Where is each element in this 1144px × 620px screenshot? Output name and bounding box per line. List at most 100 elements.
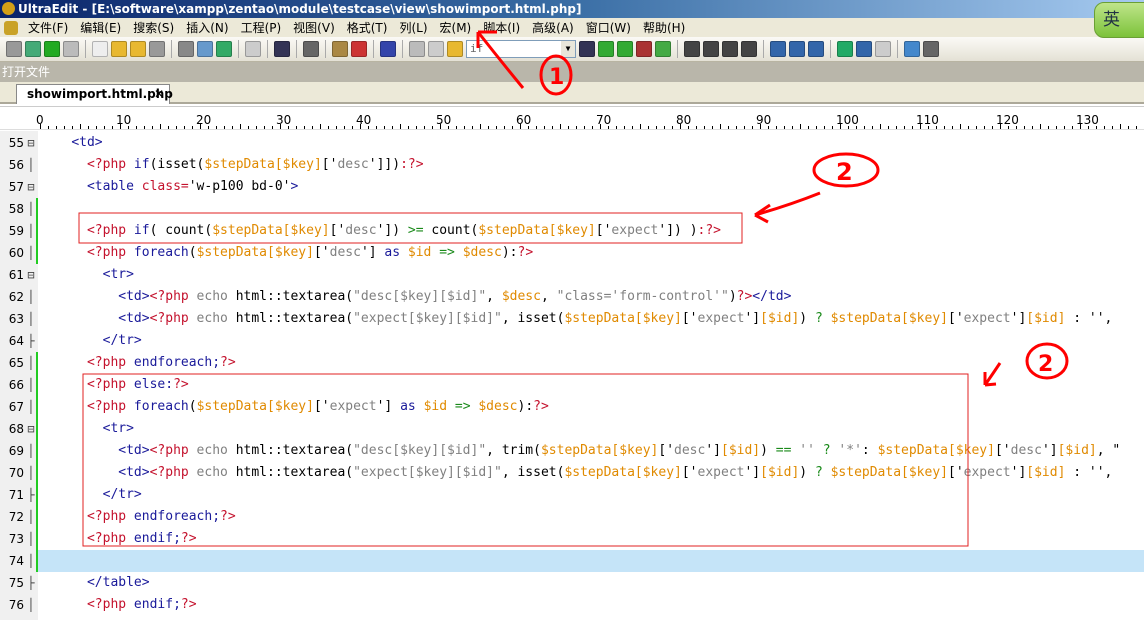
- forward-icon[interactable]: [63, 41, 79, 57]
- cascade-icon[interactable]: [808, 41, 824, 57]
- menu-item[interactable]: 格式(T): [341, 19, 394, 36]
- ruler-tick: [1120, 124, 1121, 129]
- wizard-icon[interactable]: [25, 41, 41, 57]
- browser-icon[interactable]: [837, 41, 853, 57]
- copy-icon[interactable]: [428, 41, 444, 57]
- toolbar-separator: [830, 40, 831, 58]
- ruler-tick: [864, 126, 865, 129]
- print-preview-icon[interactable]: [197, 41, 213, 57]
- code-line[interactable]: 72 │ <?php endforeach;?>: [0, 506, 1144, 528]
- align-center-icon[interactable]: [703, 41, 719, 57]
- open-icon[interactable]: [111, 41, 127, 57]
- code-line[interactable]: 67 │ <?php foreach($stepData[$key]['expec…: [0, 396, 1144, 418]
- code-line[interactable]: 64 ├ </tr>: [0, 330, 1144, 352]
- code-line[interactable]: 76 │ <?php endif;?>: [0, 594, 1144, 616]
- menu-item[interactable]: 窗口(W): [580, 19, 637, 36]
- menu-item[interactable]: 插入(N): [180, 19, 234, 36]
- compare-icon[interactable]: [875, 41, 891, 57]
- code-line[interactable]: 60 │ <?php foreach($stepData[$key]['desc'…: [0, 242, 1144, 264]
- hex-icon[interactable]: [303, 41, 319, 57]
- code-line[interactable]: 57 ⊟ <table class='w-p100 bd-0'>: [0, 176, 1144, 198]
- change-marker: [36, 506, 38, 528]
- find-icon[interactable]: [579, 41, 595, 57]
- new-file-icon[interactable]: [92, 41, 108, 57]
- ftp-icon[interactable]: [380, 41, 396, 57]
- code-line[interactable]: 65 │ <?php endforeach;?>: [0, 352, 1144, 374]
- back-icon[interactable]: [44, 41, 60, 57]
- code-line[interactable]: 63 │ <td><?php echo html::textarea("expec…: [0, 308, 1144, 330]
- ruler-icon[interactable]: [332, 41, 348, 57]
- menu-item[interactable]: 工程(P): [235, 19, 288, 36]
- spell-check-icon[interactable]: [216, 41, 232, 57]
- code-token: echo: [188, 289, 236, 304]
- toolbar-options-icon[interactable]: [923, 41, 939, 57]
- tab-showimport[interactable]: showimport.html.php ✕: [16, 84, 173, 104]
- code-line[interactable]: 55 ⊟ <td>: [0, 132, 1144, 154]
- paste-icon[interactable]: [447, 41, 463, 57]
- menu-item[interactable]: 文件(F): [22, 19, 74, 36]
- ruler-tick: [672, 126, 673, 129]
- code-line[interactable]: 59 │ <?php if( count($stepData[$key]['des…: [0, 220, 1144, 242]
- help-icon[interactable]: [904, 41, 920, 57]
- code-line[interactable]: 73 │ <?php endif;?>: [0, 528, 1144, 550]
- menu-item[interactable]: 宏(M): [434, 19, 478, 36]
- align-right-icon[interactable]: [722, 41, 738, 57]
- save-icon[interactable]: [149, 41, 165, 57]
- align-left-icon[interactable]: [684, 41, 700, 57]
- code-line[interactable]: 58 │: [0, 198, 1144, 220]
- replace-icon[interactable]: [636, 41, 652, 57]
- find-prev-icon[interactable]: [598, 41, 614, 57]
- code-line[interactable]: 66 │ <?php else:?>: [0, 374, 1144, 396]
- line-numbers-icon[interactable]: [351, 41, 367, 57]
- justify-icon[interactable]: [741, 41, 757, 57]
- code-text: </table>: [40, 572, 150, 594]
- menu-item[interactable]: 编辑(E): [74, 19, 127, 36]
- code-line[interactable]: 68 ⊟ <tr>: [0, 418, 1144, 440]
- code-line[interactable]: 62 │ <td><?php echo html::textarea("desc[…: [0, 286, 1144, 308]
- code-token: expect: [697, 465, 745, 480]
- wrap-icon[interactable]: [274, 41, 290, 57]
- find-next-icon[interactable]: [617, 41, 633, 57]
- change-marker: [36, 220, 38, 242]
- document-icon[interactable]: [4, 20, 18, 35]
- menu-item[interactable]: 视图(V): [287, 19, 341, 36]
- menu-item[interactable]: 高级(A): [526, 19, 580, 36]
- code-line[interactable]: 69 │ <td><?php echo html::textarea("desc[…: [0, 440, 1144, 462]
- code-line[interactable]: 70 │ <td><?php echo html::textarea("expec…: [0, 462, 1144, 484]
- ime-indicator[interactable]: 英: [1094, 2, 1144, 38]
- fold-toggle-icon[interactable]: ⊟: [26, 418, 36, 440]
- change-marker: [36, 198, 38, 220]
- code-token: <?php: [86, 377, 127, 392]
- find-in-files-icon[interactable]: [655, 41, 671, 57]
- menu-item[interactable]: 列(L): [393, 19, 433, 36]
- code-line[interactable]: 74 │: [0, 550, 1144, 572]
- code-line[interactable]: 61 ⊟ <tr>: [0, 264, 1144, 286]
- split-horizontal-icon[interactable]: [770, 41, 786, 57]
- menu-item[interactable]: 搜索(S): [127, 19, 180, 36]
- cut-icon[interactable]: [409, 41, 425, 57]
- line-number: 55: [8, 136, 24, 150]
- fold-toggle-icon[interactable]: ⊟: [26, 132, 36, 154]
- change-marker: [36, 396, 38, 418]
- ruler-tick: [144, 126, 145, 129]
- split-vertical-icon[interactable]: [789, 41, 805, 57]
- menu-item[interactable]: 脚本(I): [477, 19, 526, 36]
- search-combo[interactable]: if ▼: [466, 40, 576, 58]
- ruler-tick: [632, 126, 633, 129]
- close-icon[interactable]: ✕: [154, 85, 164, 103]
- list-icon[interactable]: [245, 41, 261, 57]
- chevron-down-icon[interactable]: ▼: [561, 41, 575, 57]
- menu-item[interactable]: 帮助(H): [637, 19, 691, 36]
- preview-icon[interactable]: [856, 41, 872, 57]
- print-icon[interactable]: [178, 41, 194, 57]
- code-line[interactable]: 75 ├ </table>: [0, 572, 1144, 594]
- fold-toggle-icon[interactable]: ⊟: [26, 176, 36, 198]
- grip-icon[interactable]: [6, 41, 22, 57]
- toolbar-separator: [897, 40, 898, 58]
- code-line[interactable]: 71 ├ </tr>: [0, 484, 1144, 506]
- open-folder-icon[interactable]: [130, 41, 146, 57]
- fold-toggle-icon[interactable]: ⊟: [26, 264, 36, 286]
- code-line[interactable]: 56 │ <?php if(isset($stepData[$key]['desc…: [0, 154, 1144, 176]
- code-text: <?php if(isset($stepData[$key]['desc']])…: [40, 154, 424, 176]
